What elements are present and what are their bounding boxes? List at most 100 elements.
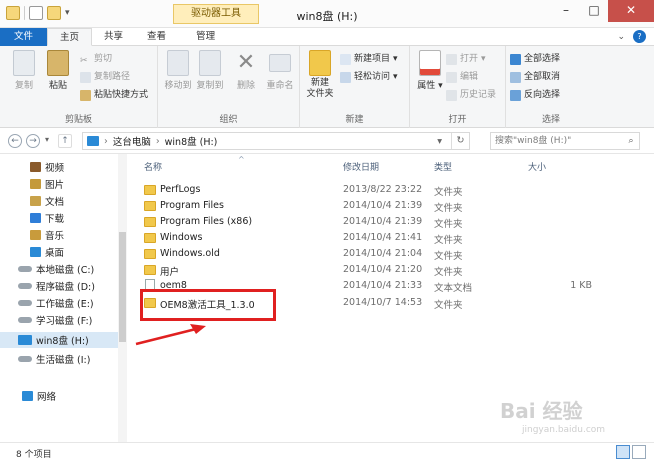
search-input[interactable]: 搜索"win8盘 (H:)" ⌕ [490,132,640,150]
nav-item[interactable]: 桌面 [0,244,118,260]
column-header-type[interactable]: 类型 [434,160,452,174]
folder-icon [144,233,156,243]
move-to-button[interactable]: 移动到 [160,50,196,91]
properties-button[interactable]: 属性 ▾ [412,50,448,91]
column-header-name[interactable]: 名称 [144,160,162,174]
group-label: 打开 [448,115,467,125]
refresh-icon[interactable]: ↻ [451,133,469,149]
nav-item[interactable]: 音乐 [0,227,118,243]
paste-button[interactable]: 粘贴 [40,50,76,91]
breadcrumb-drive[interactable]: win8盘 (H:) [165,134,218,148]
copy-button[interactable]: 复制 [6,50,42,91]
invert-selection-button[interactable]: 反向选择 [510,88,560,102]
new-item-button[interactable]: 新建项目 ▾ [340,52,398,66]
downloads-icon [30,213,41,223]
close-button[interactable]: ✕ [608,0,654,22]
delete-x-icon: ✕ [236,50,256,75]
breadcrumb-this-pc[interactable]: 这台电脑 [113,134,151,148]
red-arrow-icon [135,324,206,346]
chevron-down-icon[interactable]: ⌄ [617,32,625,42]
nav-item-selected[interactable]: win8盘 (H:) [0,332,118,348]
nav-item[interactable]: 下载 [0,210,118,226]
table-row[interactable]: Windows.old 2014/10/4 21:04 文件夹 [140,246,610,262]
drive-icon [18,266,32,272]
select-all-button[interactable]: 全部选择 [510,52,560,66]
forward-button[interactable]: → [26,134,40,148]
invert-selection-icon [510,89,521,101]
address-bar[interactable]: › 这台电脑 › win8盘 (H:) ▾ ↻ [82,132,470,150]
table-row[interactable]: 用户 2014/10/4 21:20 文件夹 [140,262,610,278]
nav-item[interactable]: 图片 [0,176,118,192]
scrollbar-thumb[interactable] [119,232,126,342]
back-button[interactable]: ← [8,134,22,148]
watermark-logo: Bai 经验 [500,399,583,423]
tab-manage[interactable]: 管理 [184,28,227,46]
nav-item[interactable]: 生活磁盘 (I:) [0,351,118,367]
copy-to-icon [199,50,221,76]
copy-path-button[interactable]: 复制路径 [80,70,130,84]
new-folder-button[interactable]: 新建 文件夹 [302,50,338,100]
rename-button[interactable]: 重命名 [262,50,298,91]
cut-button[interactable]: ✂ 剪切 [80,52,112,66]
nav-item[interactable]: 本地磁盘 (C:) [0,261,118,277]
rename-icon [269,54,291,72]
nav-item[interactable]: 网络 [0,388,118,404]
easy-access-icon [340,71,351,83]
music-icon [30,230,41,240]
copy-icon [13,50,35,76]
copy-path-icon [80,71,91,83]
tab-file[interactable]: 文件 [0,28,48,46]
column-header-date[interactable]: 修改日期 [343,160,379,174]
nav-item[interactable]: 文档 [0,193,118,209]
navigation-pane: 视频 图片 文档 下载 音乐 桌面 本地磁盘 (C:) 程序磁盘 (D:) 工作… [0,154,127,442]
table-row[interactable]: PerfLogs 2013/8/22 23:22 文件夹 [140,182,610,198]
history-button[interactable]: 历史记录 [446,88,496,102]
select-all-icon [510,53,521,65]
breadcrumb-chevron[interactable]: › [104,136,108,147]
nav-item[interactable]: 工作磁盘 (E:) [0,295,118,311]
drive-icon [18,283,32,289]
easy-access-button[interactable]: 轻松访问 ▾ [340,70,398,84]
copy-to-button[interactable]: 复制到 [192,50,228,91]
group-label: 剪贴板 [64,115,92,125]
nav-item[interactable]: 学习磁盘 (F:) [0,312,118,328]
edit-button[interactable]: 编辑 [446,70,478,84]
up-button[interactable]: ↑ [58,134,72,148]
tab-view[interactable]: 查看 [135,28,178,46]
recent-locations-button[interactable]: ▾ [45,135,49,144]
breadcrumb-chevron[interactable]: › [156,136,160,147]
folder-icon [144,201,156,211]
help-icon[interactable]: ? [633,30,646,43]
nav-item[interactable]: 程序磁盘 (D:) [0,278,118,294]
sort-chevron-icon: ^ [238,155,245,164]
pictures-icon [30,179,41,189]
large-icons-view-button[interactable] [632,445,646,459]
tab-share[interactable]: 共享 [92,28,135,46]
chevron-down-icon[interactable]: ▾ [437,136,442,147]
chevron-down-icon: ▾ [435,81,443,91]
open-button[interactable]: 打开 ▾ [446,52,486,66]
nav-item[interactable]: 视频 [0,159,118,175]
network-icon [22,391,33,401]
documents-icon [30,196,41,206]
tab-home[interactable]: 主页 [47,28,93,46]
history-icon [446,89,457,101]
column-header-size[interactable]: 大小 [528,160,546,174]
select-none-button[interactable]: 全部取消 [510,70,560,84]
group-label: 新建 [345,115,364,125]
table-row[interactable]: Program Files (x86) 2014/10/4 21:39 文件夹 [140,214,610,230]
nav-scrollbar[interactable] [118,154,127,442]
group-label: 组织 [219,115,238,125]
new-group: 新建 文件夹 新建项目 ▾ 轻松访问 ▾ 新建 [300,46,410,128]
title-bar: ▾ 驱动器工具 win8盘 (H:) – □ ✕ [0,0,654,28]
table-row[interactable]: Program Files 2014/10/4 21:39 文件夹 [140,198,610,214]
this-pc-icon [87,136,99,146]
table-row[interactable]: Windows 2014/10/4 21:41 文件夹 [140,230,610,246]
delete-button[interactable]: ✕ 删除 [228,50,264,91]
details-view-button[interactable] [616,445,630,459]
search-icon[interactable]: ⌕ [623,133,639,149]
minimize-button[interactable]: – [552,0,580,22]
paste-shortcut-button[interactable]: 粘贴快捷方式 [80,88,148,102]
maximize-button[interactable]: □ [580,0,608,22]
new-item-icon [340,53,351,65]
